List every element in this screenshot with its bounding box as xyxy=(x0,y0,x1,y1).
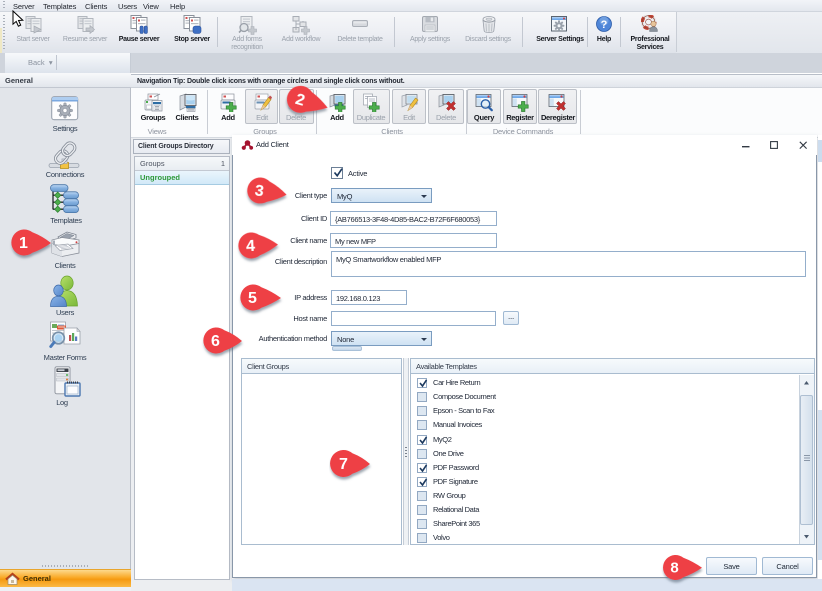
svg-text:?: ? xyxy=(601,19,608,31)
